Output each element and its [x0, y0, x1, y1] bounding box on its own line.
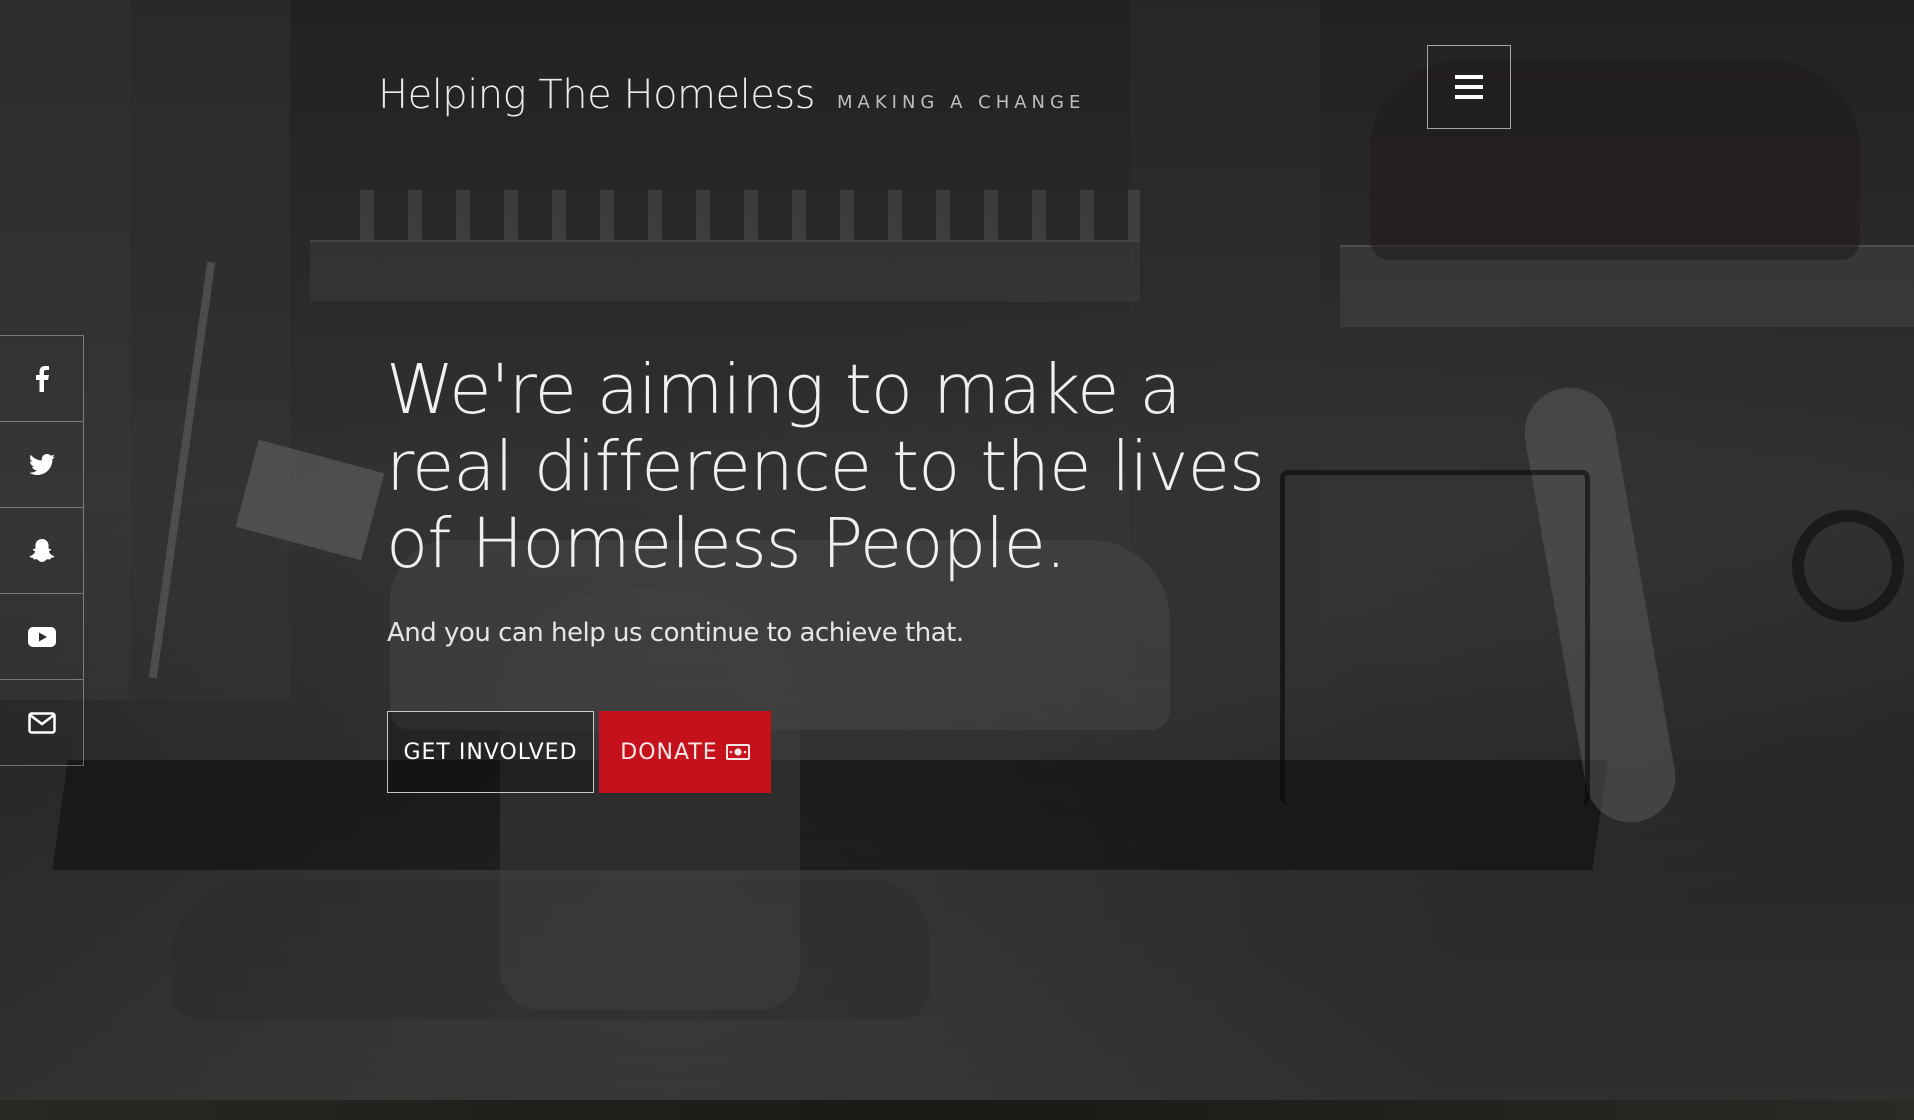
hero-section: Helping The Homeless MAKING A CHANGE We'…: [0, 0, 1914, 1100]
facebook-icon: [35, 365, 49, 392]
donate-label: DONATE: [620, 739, 718, 765]
social-snapchat[interactable]: [0, 508, 83, 594]
bottom-strip: [0, 1100, 1914, 1120]
site-title[interactable]: Helping The Homeless: [378, 72, 816, 118]
hero-headline: We're aiming to make a real difference t…: [386, 350, 1265, 584]
email-icon: [27, 711, 56, 734]
youtube-icon: [27, 626, 56, 647]
hero-subline: And you can help us continue to achieve …: [387, 618, 964, 648]
social-twitter[interactable]: [0, 422, 83, 508]
menu-button[interactable]: [1427, 45, 1511, 129]
snapchat-icon: [29, 538, 55, 564]
twitter-icon: [28, 453, 55, 476]
site-brand[interactable]: Helping The Homeless MAKING A CHANGE: [378, 72, 1085, 118]
social-youtube[interactable]: [0, 594, 83, 680]
money-icon: [725, 744, 750, 760]
get-involved-label: GET INVOLVED: [403, 739, 578, 765]
social-email[interactable]: [0, 680, 83, 765]
site-tagline: MAKING A CHANGE: [837, 92, 1086, 113]
donate-button[interactable]: DONATE: [599, 711, 771, 793]
social-sidebar: [0, 335, 84, 766]
hamburger-menu-icon: [1455, 75, 1483, 99]
get-involved-button[interactable]: GET INVOLVED: [387, 711, 594, 793]
social-facebook[interactable]: [0, 336, 83, 422]
